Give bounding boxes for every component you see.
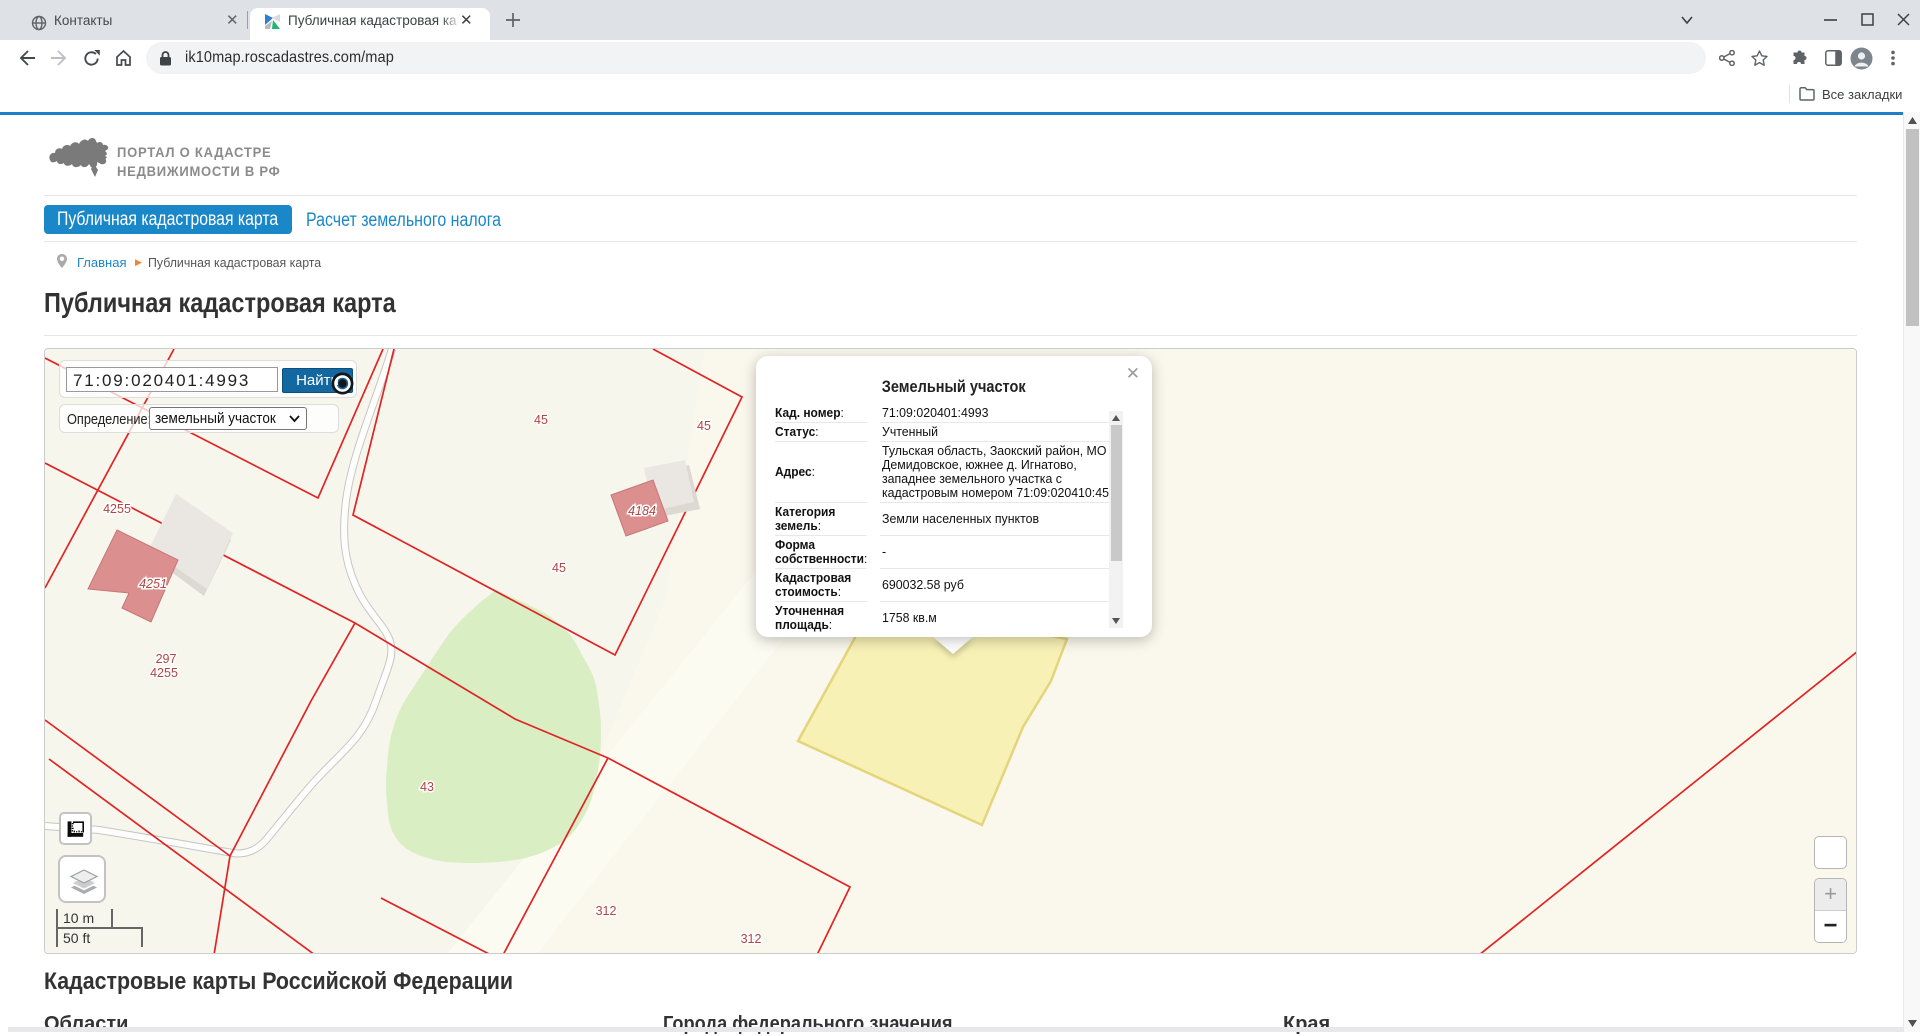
svg-text:4184: 4184 <box>628 504 656 518</box>
svg-text:43: 43 <box>420 780 434 794</box>
svg-text:45: 45 <box>697 419 711 433</box>
svg-text:4251: 4251 <box>139 577 167 591</box>
svg-text:45: 45 <box>552 561 566 575</box>
svg-text:4255: 4255 <box>150 666 178 680</box>
svg-text:297: 297 <box>156 652 177 666</box>
svg-text:4255: 4255 <box>103 502 131 516</box>
svg-text:312: 312 <box>596 904 617 918</box>
svg-text:45: 45 <box>534 413 548 427</box>
svg-text:312: 312 <box>741 932 762 946</box>
